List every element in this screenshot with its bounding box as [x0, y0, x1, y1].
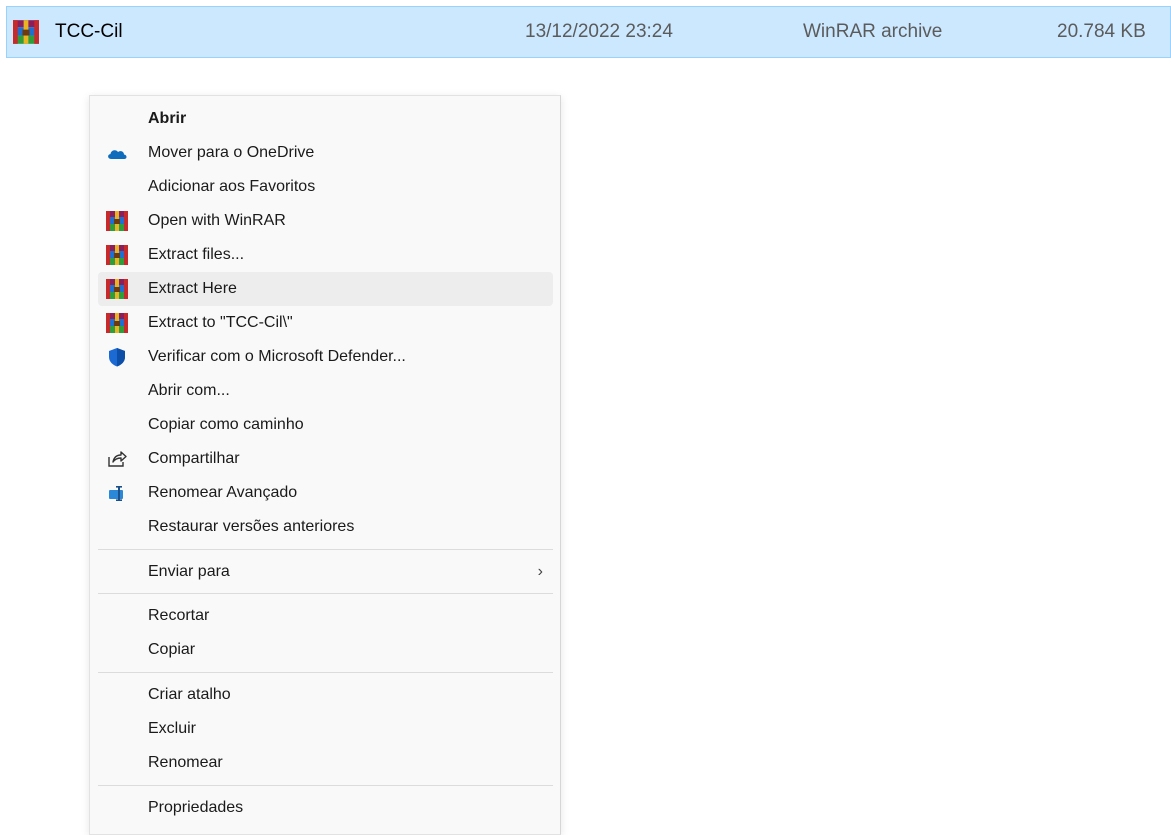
menu-item-label: Excluir [148, 720, 197, 737]
menu-item-mover-onedrive[interactable]: Mover para o OneDrive [98, 136, 553, 170]
chevron-right-icon: › [537, 563, 543, 580]
file-date-modified: 13/12/2022 23:24 [525, 21, 673, 42]
menu-item-label: Extract to "TCC-Cil\" [148, 314, 293, 331]
onedrive-cloud-icon [108, 150, 127, 159]
menu-item-enviar-para[interactable]: Enviar para › [98, 555, 553, 589]
menu-item-copiar-caminho[interactable]: Copiar como caminho [98, 408, 553, 442]
menu-item-extract-to-folder[interactable]: Extract to "TCC-Cil\" [98, 306, 553, 340]
menu-item-compartilhar[interactable]: Compartilhar [98, 442, 553, 476]
menu-item-label: Abrir com... [148, 382, 230, 399]
menu-item-label: Verificar com o Microsoft Defender... [148, 348, 406, 365]
menu-separator [98, 593, 553, 594]
file-size: 20.784 KB [1057, 21, 1146, 42]
menu-item-excluir[interactable]: Excluir [98, 712, 553, 746]
menu-item-extract-here[interactable]: Extract Here [98, 272, 553, 306]
winrar-icon [106, 211, 128, 231]
menu-item-criar-atalho[interactable]: Criar atalho [98, 678, 553, 712]
menu-item-label: Recortar [148, 607, 210, 624]
power-rename-icon [109, 486, 123, 501]
menu-item-open-with-winrar[interactable]: Open with WinRAR [98, 204, 553, 238]
menu-item-renomear-avancado[interactable]: Renomear Avançado [98, 476, 553, 510]
menu-item-adicionar-favoritos[interactable]: Adicionar aos Favoritos [98, 170, 553, 204]
menu-item-copiar[interactable]: Copiar [98, 633, 553, 667]
menu-item-label: Mover para o OneDrive [148, 144, 315, 161]
winrar-icon [106, 279, 128, 299]
menu-item-propriedades[interactable]: Propriedades [98, 791, 553, 825]
menu-item-abrir-com[interactable]: Abrir com... [98, 374, 553, 408]
menu-item-verificar-defender[interactable]: Verificar com o Microsoft Defender... [98, 340, 553, 374]
menu-item-recortar[interactable]: Recortar [98, 599, 553, 633]
menu-item-label: Restaurar versões anteriores [148, 518, 355, 535]
menu-separator [98, 785, 553, 786]
menu-item-label: Open with WinRAR [148, 212, 286, 229]
menu-item-label: Compartilhar [148, 450, 240, 467]
menu-item-label: Abrir [148, 110, 187, 127]
menu-item-label: Propriedades [148, 799, 244, 816]
menu-item-abrir[interactable]: Abrir [98, 102, 553, 136]
menu-item-label: Extract Here [148, 280, 237, 297]
file-name: TCC-Cil [55, 21, 123, 42]
winrar-icon [106, 245, 128, 265]
menu-item-label: Adicionar aos Favoritos [148, 178, 316, 195]
menu-separator [98, 672, 553, 673]
menu-item-label: Criar atalho [148, 686, 231, 703]
menu-item-label: Renomear [148, 754, 223, 771]
winrar-icon [106, 313, 128, 333]
menu-separator [98, 549, 553, 550]
file-row-tcc-cil[interactable]: TCC-Cil 13/12/2022 23:24 WinRAR archive … [6, 6, 1171, 58]
share-icon [108, 451, 127, 467]
menu-item-label: Enviar para [148, 563, 230, 580]
menu-item-label: Copiar [148, 641, 196, 658]
menu-item-renomear[interactable]: Renomear [98, 746, 553, 780]
defender-shield-icon [109, 348, 125, 367]
menu-item-label: Copiar como caminho [148, 416, 304, 433]
file-type: WinRAR archive [803, 21, 943, 42]
context-menu: Abrir Mover para o OneDrive Adicionar ao… [89, 95, 561, 835]
menu-item-label: Extract files... [148, 246, 245, 263]
menu-item-label: Renomear Avançado [148, 484, 298, 501]
menu-item-restaurar-versoes[interactable]: Restaurar versões anteriores [98, 510, 553, 544]
menu-item-extract-files[interactable]: Extract files... [98, 238, 553, 272]
winrar-archive-icon [13, 20, 39, 44]
